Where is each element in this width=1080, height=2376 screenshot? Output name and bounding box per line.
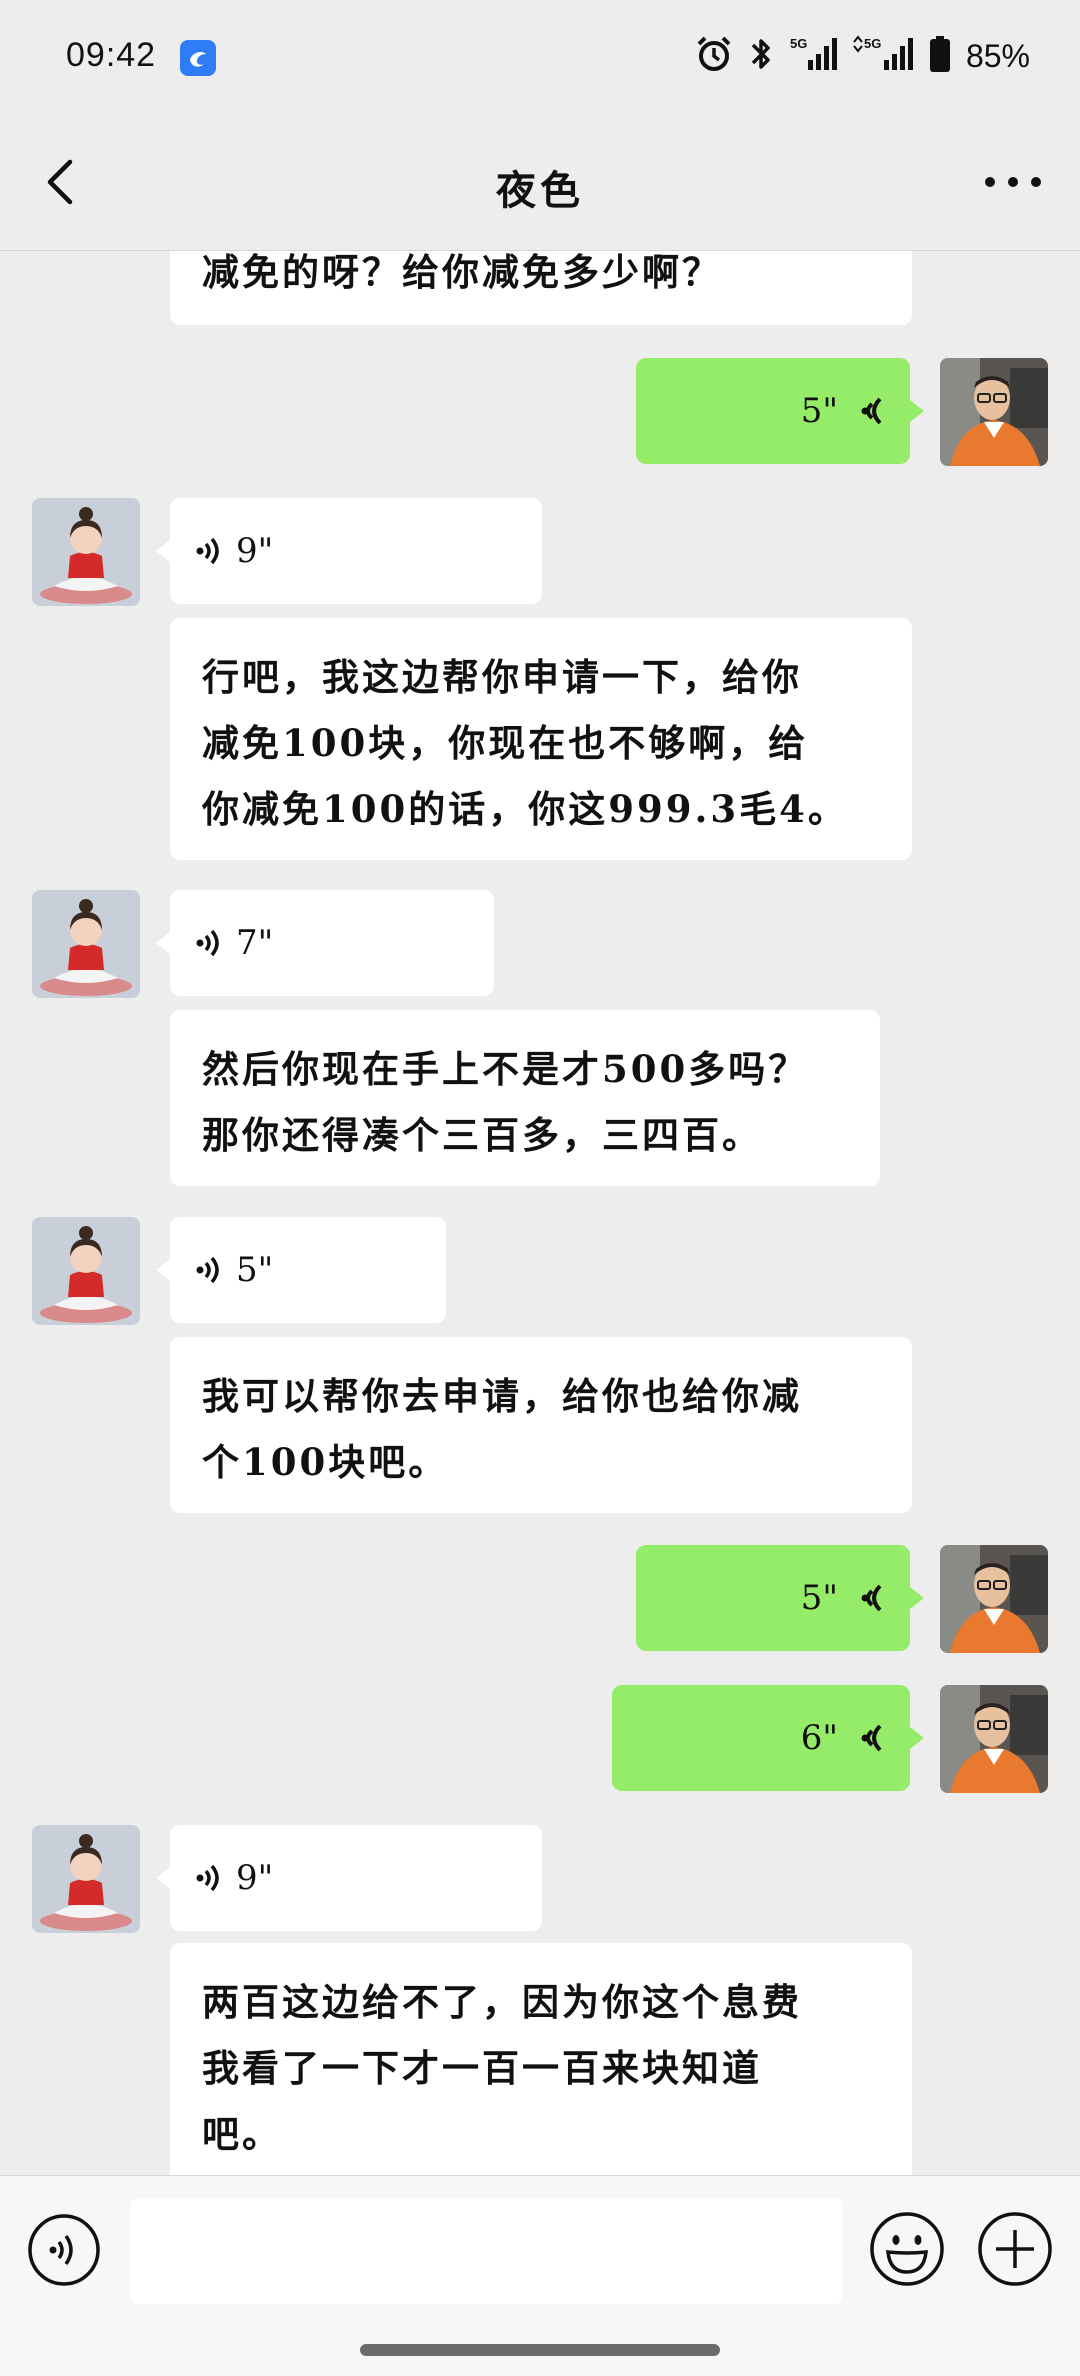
signal-5g-secondary-icon: 5G: [852, 34, 914, 79]
incoming-text-bubble[interactable]: 两百这边给不了，因为你这个息费 我看了一下才一百一百来块知道 吧。: [170, 1943, 912, 2175]
message-line: 减免100块，你现在也不够啊，给: [202, 721, 809, 765]
contact-avatar[interactable]: [32, 1825, 140, 1933]
contact-avatar[interactable]: [32, 890, 140, 998]
voice-icon: [28, 2214, 100, 2286]
status-time: 09:42: [66, 36, 157, 74]
message-line: 个100块吧。: [202, 1440, 449, 1484]
message-line: 那你还得凑个三百多，三四百。: [202, 1113, 762, 1157]
my-avatar[interactable]: [940, 1685, 1048, 1793]
app-notification-icon: [180, 40, 216, 76]
voice-duration: 9": [236, 1858, 274, 1898]
message-line: 吧。: [202, 2112, 282, 2156]
signal-1-label: 5G: [790, 36, 807, 51]
voice-duration: 5": [236, 1250, 274, 1290]
chat-screen: 09:42 5G 5G 85% 夜色 减免的呀？给你减免多少啊？ 5" 9" 行…: [0, 0, 1080, 2376]
incoming-text-bubble[interactable]: 减免的呀？给你减免多少啊？: [170, 251, 912, 325]
emoji-button[interactable]: [868, 2210, 946, 2288]
more-dots-icon: [985, 177, 1041, 187]
voice-wave-icon: [861, 1584, 882, 1612]
voice-toggle-button[interactable]: [26, 2212, 102, 2288]
chat-header: 夜色: [0, 116, 1080, 251]
message-line: 我可以帮你去申请，给你也给你减: [202, 1374, 802, 1418]
voice-duration: 6": [800, 1718, 838, 1758]
message-list[interactable]: 减免的呀？给你减免多少啊？ 5" 9" 行吧，我这边帮你申请一下，给你 减免10…: [0, 251, 1080, 2175]
incoming-voice-bubble[interactable]: 9": [156, 1825, 542, 1931]
outgoing-voice-bubble[interactable]: 6": [612, 1685, 924, 1791]
input-bar: [0, 2175, 1080, 2376]
message-text: 减免的呀？给你减免多少啊？: [202, 251, 722, 294]
incoming-text-bubble[interactable]: 然后你现在手上不是才500多吗？ 那你还得凑个三百多，三四百。: [170, 1010, 880, 1186]
message-line: 你减免100的话，你这999.3毛4。: [202, 787, 848, 831]
message-line: 两百这边给不了，因为你这个息费: [202, 1980, 802, 2024]
voice-duration: 5": [800, 1578, 838, 1618]
signal-5g-icon: 5G: [788, 34, 838, 79]
message-line: 我看了一下才一百一百来块知道: [202, 2046, 762, 2090]
battery-icon: [928, 34, 952, 79]
battery-percent: 85%: [965, 37, 1030, 74]
status-icons: 5G 5G 85%: [694, 34, 1030, 78]
message-line: 行吧，我这边帮你申请一下，给你: [202, 655, 802, 699]
voice-wave-icon: [861, 1724, 882, 1752]
my-avatar[interactable]: [940, 358, 1048, 466]
signal-2-label: 5G: [864, 36, 881, 51]
home-indicator[interactable]: [360, 2344, 720, 2356]
voice-duration: 7": [236, 923, 274, 963]
page-title: 夜色: [496, 167, 584, 214]
bluetooth-icon: [748, 34, 774, 79]
voice-duration: 5": [800, 391, 838, 431]
incoming-voice-bubble[interactable]: 7": [156, 890, 494, 996]
voice-duration: 9": [236, 531, 274, 571]
voice-wave-icon: [861, 397, 882, 425]
status-bar: 09:42 5G 5G 85%: [0, 0, 1080, 116]
outgoing-voice-bubble[interactable]: 5": [636, 358, 924, 464]
incoming-voice-bubble[interactable]: 5": [156, 1217, 446, 1323]
my-avatar[interactable]: [940, 1545, 1048, 1653]
contact-avatar[interactable]: [32, 498, 140, 606]
contact-avatar[interactable]: [32, 1217, 140, 1325]
voice-wave-icon: [196, 1864, 219, 1892]
plus-icon: [978, 2212, 1052, 2286]
incoming-text-bubble[interactable]: 我可以帮你去申请，给你也给你减 个100块吧。: [170, 1337, 912, 1513]
more-button[interactable]: [980, 160, 1046, 204]
voice-wave-icon: [196, 929, 219, 957]
incoming-voice-bubble[interactable]: 9": [156, 498, 542, 604]
message-line: 然后你现在手上不是才500多吗？: [202, 1047, 809, 1091]
message-input[interactable]: [130, 2198, 842, 2304]
outgoing-voice-bubble[interactable]: 5": [636, 1545, 924, 1651]
alarm-icon: [694, 34, 734, 79]
incoming-text-bubble[interactable]: 行吧，我这边帮你申请一下，给你 减免100块，你现在也不够啊，给 你减免100的…: [170, 618, 912, 860]
voice-wave-icon: [196, 537, 219, 565]
plus-button[interactable]: [976, 2210, 1054, 2288]
emoji-icon: [870, 2212, 944, 2286]
voice-wave-icon: [196, 1256, 219, 1284]
